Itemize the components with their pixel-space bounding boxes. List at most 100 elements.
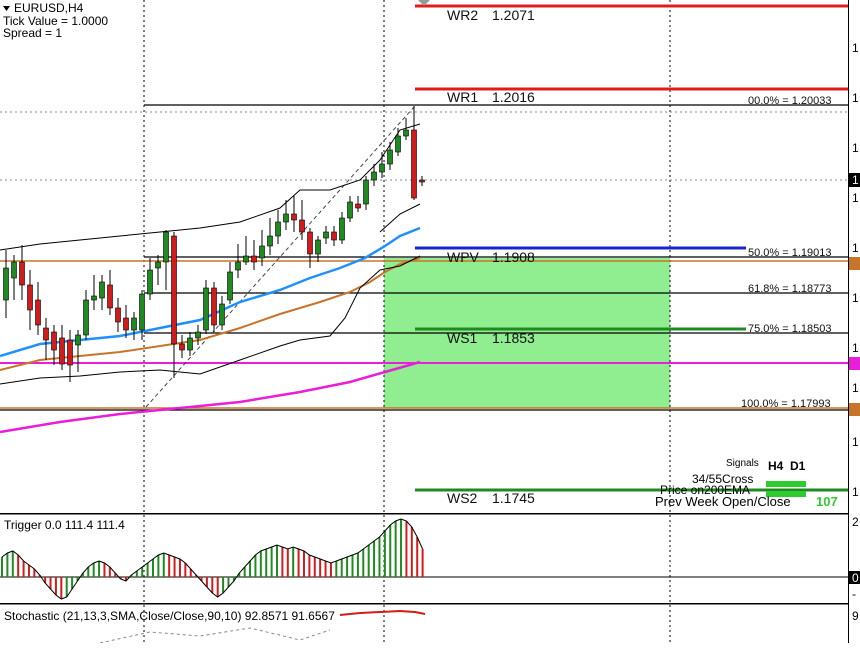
candle: [211, 287, 217, 326]
candle: [395, 135, 401, 153]
ws2-value: 1.1745: [492, 490, 535, 506]
trigger-panel-bottom: [0, 603, 848, 605]
candle: [187, 337, 193, 351]
brown-price-tag: [849, 257, 860, 270]
candle: [91, 295, 97, 301]
signals-h4-header: H4: [768, 459, 784, 473]
candle: [59, 337, 65, 365]
pivot-labels: WR2 1.2071 WR1 1.2016 WPV 1.1908 WS1 1.1…: [447, 7, 535, 506]
prev-week-value: 107: [816, 494, 838, 509]
candle: [387, 149, 393, 165]
candle: [155, 261, 161, 269]
candle: [139, 293, 145, 331]
candle: [179, 343, 185, 351]
candle: [51, 331, 57, 351]
candle: [43, 327, 49, 341]
bollinger-lower: [0, 255, 421, 385]
candle: [83, 299, 89, 336]
candle: [275, 221, 281, 237]
triangle-down-icon[interactable]: [3, 6, 10, 11]
axis-label: 1: [852, 41, 859, 55]
fib-label-618: 61.8% = 1.18773: [748, 283, 832, 295]
spread-label: Spread = 1: [3, 26, 62, 40]
axis-label: 1: [852, 141, 859, 155]
stochastic-label: Stochastic (21,13,3,SMA,Close/Close,90,1…: [4, 609, 335, 623]
candle: [347, 201, 353, 219]
signal-row-prevweek: Prev Week Open/Close: [655, 494, 791, 509]
axis-label: 1: [852, 381, 859, 395]
candle: [299, 219, 305, 233]
candle: [147, 269, 153, 295]
price-axis-border: [848, 0, 849, 643]
candle: [307, 231, 313, 255]
stochastic-dashed: [99, 627, 331, 644]
candle: [75, 334, 81, 346]
trigger-panel-border: [0, 513, 848, 515]
candle: [355, 203, 361, 209]
candle: [227, 271, 233, 301]
fib-label-75: 75.0% = 1.18503: [748, 323, 832, 335]
signals-panel: Signals H4 D1 34/55Cross Price on200EMA …: [655, 458, 838, 509]
candle: [35, 299, 41, 326]
axis-label: 1: [852, 341, 859, 355]
fib-label-100: 100.0% = 1.17993: [741, 398, 831, 410]
trigger-axis-label: 2: [852, 515, 859, 529]
candle: [99, 281, 105, 299]
axis-label: 1: [852, 241, 859, 255]
candle: [67, 339, 73, 366]
axis-label: 1: [852, 191, 859, 205]
wr2-label: WR2: [447, 7, 478, 23]
wr1-value: 1.2016: [492, 89, 535, 105]
candle: [3, 267, 9, 301]
bollinger-upper: [0, 123, 421, 251]
price-axis: 1 1 1 1 1 1 1 1 1 1 1 2 0 - 9: [849, 41, 860, 623]
candle: [379, 163, 385, 173]
stochastic-main-line: [339, 609, 426, 616]
candle: [131, 317, 137, 331]
candle: [323, 231, 329, 239]
candle: [259, 245, 265, 259]
candle: [267, 235, 273, 247]
candle: [411, 129, 417, 199]
candle: [291, 213, 297, 221]
candle: [419, 179, 425, 183]
wr1-label: WR1: [447, 89, 478, 105]
candle: [115, 307, 121, 323]
ws2-label: WS2: [447, 490, 478, 506]
symbol-label: EURUSD,H4: [14, 1, 84, 15]
fib-label-50: 50.0% = 1.19013: [748, 247, 832, 259]
trigger-axis-label: -: [852, 587, 856, 601]
candle: [163, 231, 169, 263]
magenta-price-tag: [849, 357, 860, 370]
horizontal-guides: [0, 111, 848, 181]
trigger-axis-label: 0: [852, 571, 859, 585]
axis-label: 1: [852, 435, 859, 449]
signal-cross-indicator: [766, 481, 806, 487]
signals-d1-header: D1: [790, 459, 806, 473]
stoch-axis-label: 9: [852, 609, 859, 623]
candle: [363, 179, 369, 205]
candle: [243, 255, 249, 263]
fib-label-0: 00.0% = 1.20033: [748, 95, 832, 107]
candle: [123, 317, 129, 331]
signals-title: Signals: [726, 458, 759, 469]
wpv-value: 1.1908: [492, 249, 535, 265]
candle: [235, 261, 241, 271]
wr2-value: 1.2071: [492, 7, 535, 23]
axis-label: 1: [852, 91, 859, 105]
candle: [171, 235, 177, 345]
axis-label: 1: [852, 485, 859, 499]
candle: [403, 129, 409, 137]
candle: [195, 331, 201, 339]
candle: [19, 261, 25, 286]
candle: [11, 261, 17, 279]
brown-low-price-tag: [849, 403, 860, 416]
magenta-ma: [0, 360, 421, 434]
axis-label: 1: [852, 173, 859, 187]
trigger-label: Trigger 0.0 111.4 111.4: [4, 518, 125, 532]
candle: [203, 287, 209, 331]
chart-window[interactable]: WR2 1.2071 WR1 1.2016 WPV 1.1908 WS1 1.1…: [0, 0, 860, 644]
candle: [283, 213, 289, 223]
axis-label: 1: [852, 291, 859, 305]
candle: [315, 239, 321, 255]
